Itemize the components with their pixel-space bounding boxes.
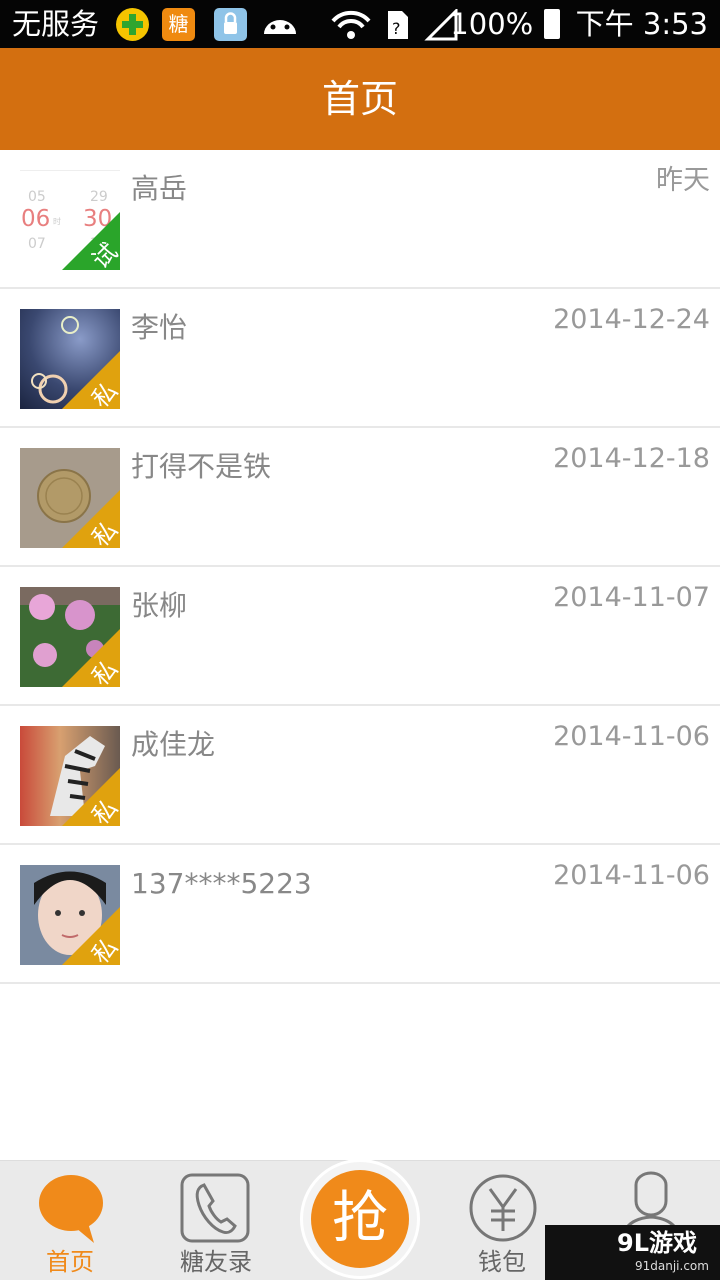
- svg-text:29: 29: [90, 189, 108, 205]
- list-item[interactable]: 05 06 时 07 29 30 分 31 试 高岳 昨天: [0, 150, 720, 289]
- contact-name: 张柳: [131, 589, 188, 622]
- avatar: 私: [20, 587, 120, 687]
- status-bar: 无服务 糖 ? 100% 下午 3:53: [0, 0, 720, 48]
- watermark-site: 91danji.com: [635, 1259, 709, 1273]
- contact-name: 高岳: [131, 172, 188, 205]
- app-header: 首页: [0, 48, 720, 150]
- contact-date: 2014-12-18: [553, 443, 710, 474]
- wifi-icon: [331, 10, 371, 39]
- svg-text:06: 06: [21, 206, 50, 232]
- watermark: 9L游戏 91danji.com: [545, 1225, 720, 1280]
- contact-name: 打得不是铁: [131, 450, 272, 483]
- contact-name: 137****5223: [131, 867, 312, 900]
- svg-text:07: 07: [28, 236, 46, 252]
- tab-home-label: 首页: [46, 1248, 94, 1276]
- android-icon: [260, 8, 300, 41]
- list-item[interactable]: 私 成佳龙 2014-11-06: [0, 706, 720, 845]
- list-item[interactable]: 私 137****5223 2014-11-06: [0, 845, 720, 984]
- watermark-logo: 9L游戏: [617, 1229, 697, 1257]
- connectivity-icons: ?: [330, 7, 460, 41]
- yuan-coin-icon: [469, 1174, 537, 1242]
- carrier-text: 无服务: [12, 7, 100, 41]
- contact-name: 成佳龙: [131, 728, 216, 761]
- tang-app-icon: 糖: [162, 8, 195, 41]
- avatar: 05 06 时 07 29 30 分 31 试: [20, 170, 120, 270]
- grab-button[interactable]: 抢: [300, 1159, 420, 1279]
- battery-icon: [544, 9, 561, 39]
- battery-percent: 100%: [450, 7, 534, 41]
- tab-home[interactable]: 首页: [0, 1161, 140, 1281]
- tab-contacts-label: 糖友录: [180, 1248, 252, 1276]
- contact-name: 李怡: [131, 311, 188, 344]
- chat-bubble-icon: [39, 1175, 103, 1243]
- clock-text: 下午 3:53: [575, 7, 708, 41]
- contact-date: 昨天: [656, 165, 710, 196]
- svg-text:?: ?: [392, 19, 401, 38]
- list-item[interactable]: 私 张柳 2014-11-07: [0, 567, 720, 706]
- svg-text:时: 时: [53, 216, 61, 226]
- list-item[interactable]: 私 打得不是铁 2014-12-18: [0, 428, 720, 567]
- contact-date: 2014-11-07: [553, 582, 710, 613]
- grab-button-label: 抢: [311, 1170, 409, 1268]
- status-right: 100% 下午 3:53: [450, 5, 708, 43]
- contact-date: 2014-11-06: [553, 860, 710, 891]
- tab-contacts[interactable]: 糖友录: [146, 1161, 286, 1281]
- avatar: 私: [20, 448, 120, 548]
- avatar: 私: [20, 309, 120, 409]
- avatar: 私: [20, 865, 120, 965]
- svg-text:05: 05: [28, 189, 46, 205]
- avatar: 私: [20, 726, 120, 826]
- plus-app-icon: [116, 8, 149, 41]
- sim-icon: ?: [388, 11, 408, 39]
- lock-app-icon: [214, 8, 247, 41]
- list-item[interactable]: 私 李怡 2014-12-24: [0, 289, 720, 428]
- phone-icon: [180, 1173, 250, 1243]
- contact-date: 2014-12-24: [553, 304, 710, 335]
- contact-date: 2014-11-06: [553, 721, 710, 752]
- page-title: 首页: [321, 77, 398, 121]
